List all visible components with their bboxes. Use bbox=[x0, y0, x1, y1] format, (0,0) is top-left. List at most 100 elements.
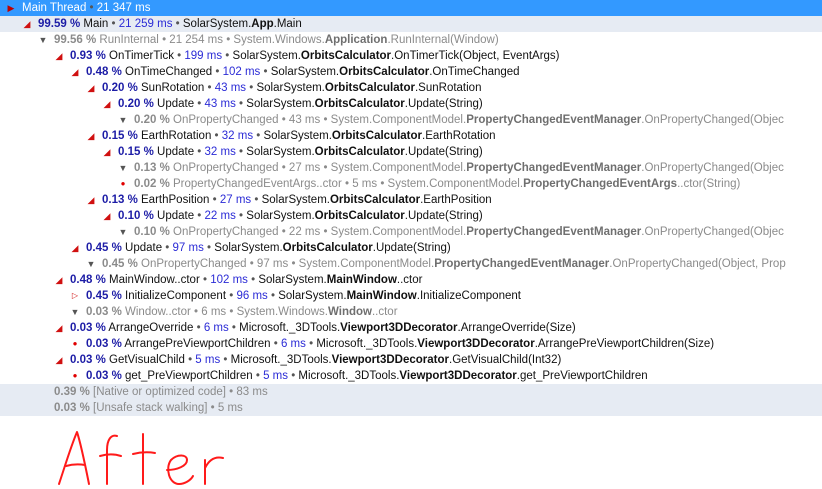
time-value: 27 ms bbox=[219, 194, 252, 206]
expanded-arrow-icon[interactable]: ◢ bbox=[70, 240, 80, 256]
time-value: 102 ms bbox=[222, 66, 261, 78]
time-value: 5 ms bbox=[352, 178, 378, 190]
percent-value: 99.59 % bbox=[38, 18, 81, 30]
class-name: OrbitsCalculator bbox=[329, 194, 421, 206]
class-name: OrbitsCalculator bbox=[324, 82, 415, 94]
function-name: InitializeComponent bbox=[125, 290, 227, 302]
tree-row[interactable]: ◢ 0.03 % ArrangeOverride • 6 ms • Microso… bbox=[0, 320, 822, 336]
namespace: SolarSystem. bbox=[214, 242, 283, 254]
tree-row[interactable]: ◢ 0.13 % EarthPosition • 27 ms • SolarSys… bbox=[0, 192, 822, 208]
time-value: 21 254 ms bbox=[169, 34, 223, 46]
time-value: 97 ms bbox=[256, 258, 289, 270]
expanded-arrow-icon[interactable]: ◢ bbox=[86, 128, 96, 144]
separator: • bbox=[235, 146, 247, 158]
expanded-arrow-icon[interactable]: ◢ bbox=[86, 80, 96, 96]
separator: • bbox=[86, 2, 97, 14]
expanded-arrow-icon[interactable]: ◢ bbox=[54, 48, 64, 64]
time-value: 6 ms bbox=[280, 338, 306, 350]
expanded-arrow-icon[interactable]: ◢ bbox=[102, 144, 112, 160]
tree-row[interactable]: ◢ 0.15 % EarthRotation • 32 ms • SolarSys… bbox=[0, 128, 822, 144]
percent-value: 0.10 % bbox=[134, 226, 170, 238]
expanded-arrow-icon[interactable]: ◢ bbox=[86, 192, 96, 208]
expanded-arrow-icon[interactable]: ◢ bbox=[102, 96, 112, 112]
class-name: PropertyChangedEventManager bbox=[466, 114, 642, 126]
collapsed-arrow-icon[interactable]: ▷ bbox=[70, 288, 80, 304]
tree-row[interactable]: ◢ 0.03 % GetVisualChild • 5 ms • Microsof… bbox=[0, 352, 822, 368]
tree-row[interactable]: ▼ 0.13 % OnPropertyChanged • 27 ms • Syst… bbox=[0, 160, 822, 176]
percent-value: 0.45 % bbox=[86, 290, 122, 302]
tree-row[interactable]: ◢ 0.20 % SunRotation • 43 ms • SolarSyste… bbox=[0, 80, 822, 96]
separator: • bbox=[235, 210, 247, 222]
namespace: SolarSystem. bbox=[270, 66, 340, 78]
class-name: PropertyChangedEventManager bbox=[434, 258, 610, 270]
function-name: OnPropertyChanged bbox=[173, 162, 279, 174]
function-name: OnTimerTick bbox=[109, 50, 174, 62]
filtered-node-icon: ▼ bbox=[118, 227, 128, 237]
time-value: 22 ms bbox=[204, 210, 236, 222]
separator: • bbox=[108, 18, 119, 30]
expanded-arrow-icon[interactable]: ◢ bbox=[54, 272, 64, 288]
tree-row[interactable]: ▼ 0.10 % OnPropertyChanged • 22 ms • Syst… bbox=[0, 224, 822, 240]
separator: • bbox=[320, 226, 331, 238]
separator: • bbox=[172, 18, 183, 30]
function-name: ArrangeOverride bbox=[108, 322, 194, 334]
separator: • bbox=[278, 114, 289, 126]
expanded-arrow-icon[interactable]: ◢ bbox=[102, 208, 112, 224]
tree-row[interactable]: ▼ 0.45 % OnPropertyChanged • 97 ms • Syst… bbox=[0, 256, 822, 272]
separator: • bbox=[288, 370, 299, 382]
separator: • bbox=[267, 290, 279, 302]
percent-value: 0.03 % bbox=[54, 402, 90, 414]
tree-row[interactable]: ▼ 0.20 % OnPropertyChanged • 43 ms • Syst… bbox=[0, 112, 822, 128]
tree-row[interactable]: ◢ 99.59 % Main • 21 259 ms • SolarSystem.… bbox=[0, 16, 822, 32]
namespace: SolarSystem. bbox=[263, 130, 332, 142]
percent-value: 0.45 % bbox=[86, 242, 122, 254]
class-name: Viewport3DDecorator bbox=[340, 322, 458, 334]
method-signature: .RunInternal(Window) bbox=[387, 34, 499, 46]
separator: • bbox=[223, 34, 234, 46]
tree-row[interactable]: ◢ 0.45 % Update • 97 ms • SolarSystem.Orb… bbox=[0, 240, 822, 256]
separator: • bbox=[377, 178, 388, 190]
function-name: ArrangePreViewportChildren bbox=[124, 338, 271, 350]
tree-row[interactable]: ◢ 0.93 % OnTimerTick • 199 ms • SolarSyst… bbox=[0, 48, 822, 64]
time-value: 97 ms bbox=[172, 242, 204, 254]
tree-row[interactable]: 0.39 % [Native or optimized code] • 83 m… bbox=[0, 384, 822, 400]
expanded-arrow-icon[interactable]: ◢ bbox=[54, 352, 64, 368]
method-signature: .SunRotation bbox=[414, 82, 482, 94]
percent-value: 0.03 % bbox=[86, 370, 122, 382]
time-value: 6 ms bbox=[201, 306, 227, 318]
namespace: SolarSystem. bbox=[278, 290, 347, 302]
class-name: OrbitsCalculator bbox=[339, 66, 430, 78]
expanded-arrow-icon[interactable]: ◢ bbox=[54, 320, 64, 336]
class-name: PropertyChangedEventManager bbox=[466, 226, 642, 238]
class-name: OrbitsCalculator bbox=[314, 146, 405, 158]
tree-row[interactable]: ● 0.02 % PropertyChangedEventArgs..ctor •… bbox=[0, 176, 822, 192]
time-value: 5 ms bbox=[195, 354, 221, 366]
method-signature: .OnTimeChanged bbox=[429, 66, 520, 78]
tree-row[interactable]: ◢ 0.10 % Update • 22 ms • SolarSystem.Orb… bbox=[0, 208, 822, 224]
tree-row[interactable]: ◢ 0.48 % MainWindow..ctor • 102 ms • Sola… bbox=[0, 272, 822, 288]
tree-row[interactable]: ▷ 0.45 % InitializeComponent • 96 ms • So… bbox=[0, 288, 822, 304]
separator: • bbox=[252, 370, 264, 382]
method-signature: .Update(String) bbox=[404, 98, 483, 110]
time-value: 83 ms bbox=[236, 386, 268, 398]
tree-row[interactable]: ◢ 0.48 % OnTimeChanged • 102 ms • SolarSy… bbox=[0, 64, 822, 80]
percent-value: 0.15 % bbox=[118, 146, 154, 158]
tree-row[interactable]: ● 0.03 % ArrangePreViewportChildren • 6 m… bbox=[0, 336, 822, 352]
tree-row[interactable]: ◢ 0.15 % Update • 32 ms • SolarSystem.Orb… bbox=[0, 144, 822, 160]
function-name: OnPropertyChanged bbox=[173, 226, 279, 238]
call-tree: ▶ Main Thread • 21 347 ms ◢ 99.59 % Main • … bbox=[0, 0, 822, 416]
tree-row[interactable]: ◢ 0.20 % Update • 43 ms • SolarSystem.Orb… bbox=[0, 96, 822, 112]
expanded-arrow-icon[interactable]: ◢ bbox=[22, 16, 32, 32]
expanded-arrow-icon[interactable]: ◢ bbox=[70, 64, 80, 80]
function-name: Update bbox=[125, 242, 163, 254]
separator: • bbox=[162, 242, 173, 254]
class-name: OrbitsCalculator bbox=[331, 130, 423, 142]
separator: • bbox=[320, 114, 331, 126]
separator: • bbox=[212, 66, 223, 78]
tree-row[interactable]: ▼ 99.56 % RunInternal • 21 254 ms • Syste… bbox=[0, 32, 822, 48]
tree-row[interactable]: 0.03 % [Unsafe stack walking] • 5 ms bbox=[0, 400, 822, 416]
tree-row[interactable]: ▶ Main Thread • 21 347 ms bbox=[0, 0, 822, 16]
namespace: SolarSystem. bbox=[261, 194, 330, 206]
tree-row[interactable]: ● 0.03 % get_PreViewportChildren • 5 ms •… bbox=[0, 368, 822, 384]
tree-row[interactable]: ▼ 0.03 % Window..ctor • 6 ms • System.Win… bbox=[0, 304, 822, 320]
